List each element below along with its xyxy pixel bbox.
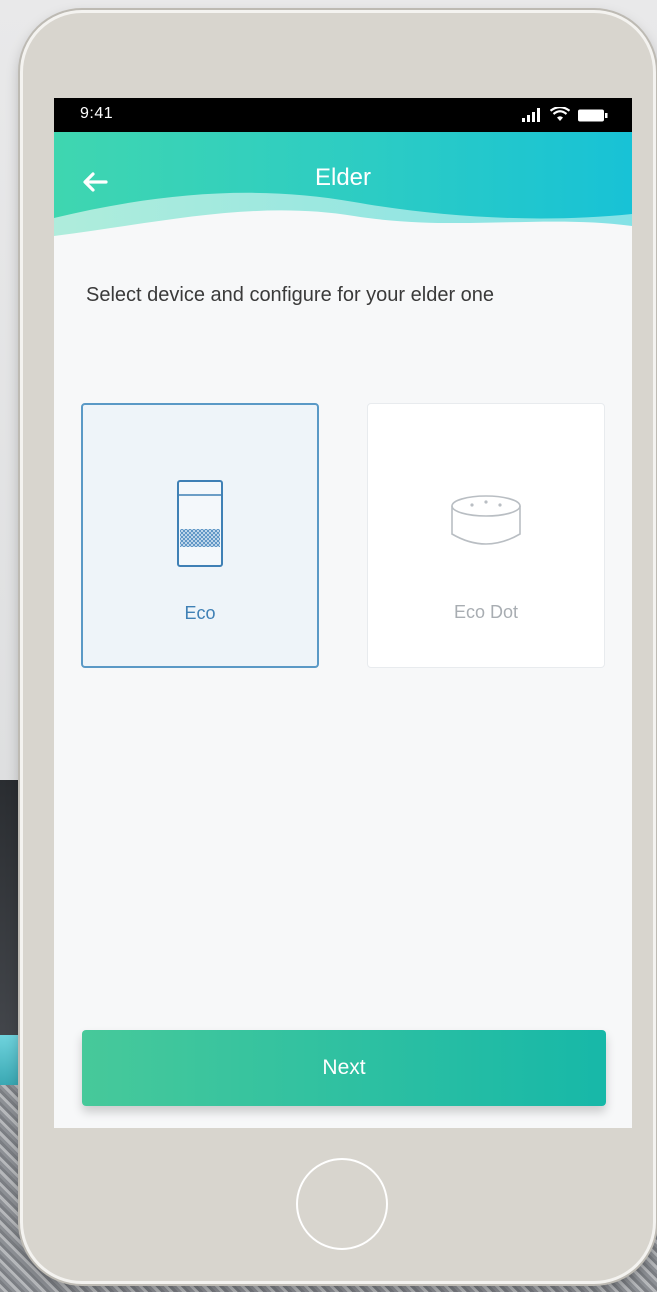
status-time: 9:41 xyxy=(80,105,114,122)
instruction-text: Select device and configure for your eld… xyxy=(86,284,495,306)
battery-icon xyxy=(578,109,608,122)
next-button[interactable]: Next xyxy=(82,1030,606,1106)
app-header: Elder xyxy=(54,132,632,242)
home-button[interactable] xyxy=(296,1158,388,1250)
signal-icon xyxy=(522,108,540,122)
eco-dot-icon xyxy=(451,495,521,545)
device-card-eco-dot[interactable]: Eco Dot xyxy=(367,403,605,668)
status-icons xyxy=(522,107,608,122)
wifi-icon xyxy=(550,107,570,121)
device-label-eco-dot: Eco Dot xyxy=(453,602,519,622)
phone-screen: 9:41 Elder Select device and configure f… xyxy=(54,98,632,1128)
device-label-eco: Eco xyxy=(184,603,216,623)
status-bar: 9:41 xyxy=(54,98,632,132)
page-title: Elder xyxy=(314,164,372,191)
eco-speaker-icon xyxy=(177,480,223,567)
device-card-eco[interactable]: Eco xyxy=(81,403,319,668)
